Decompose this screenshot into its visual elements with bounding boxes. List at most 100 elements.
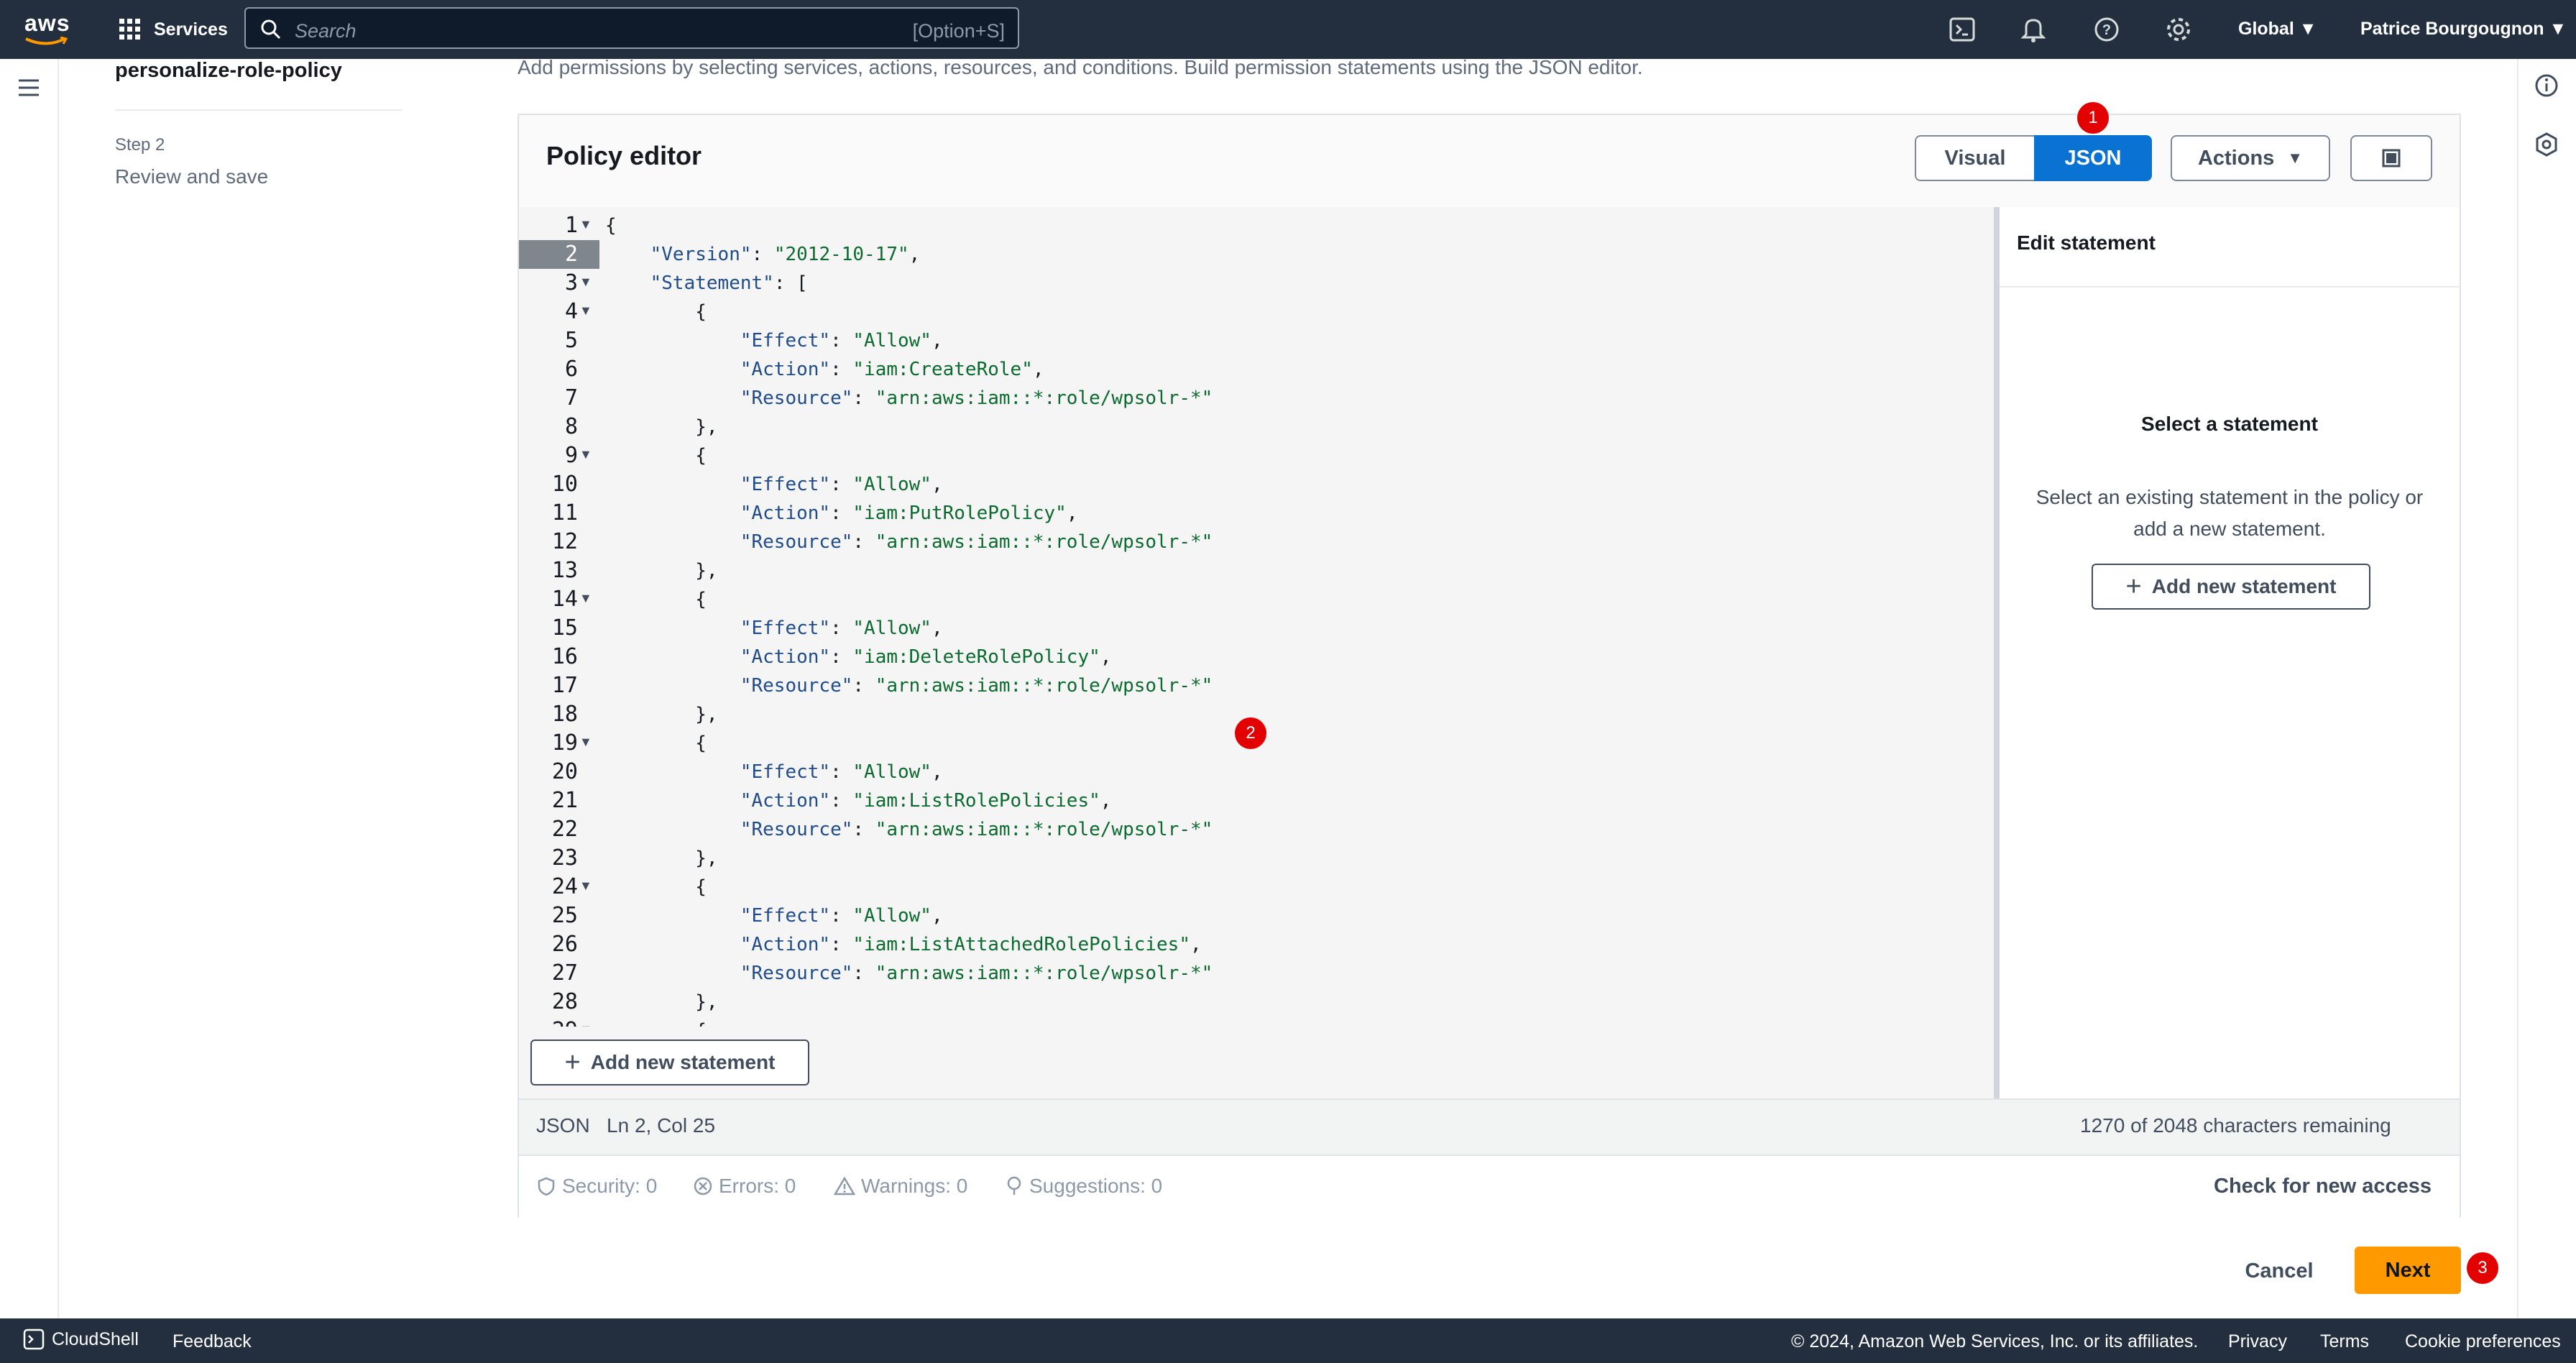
security-count[interactable]: Security: 0 <box>536 1175 657 1198</box>
add-new-statement-button[interactable]: + Add new statement <box>530 1040 809 1086</box>
right-rail <box>2517 59 2576 1318</box>
cursor-position: JSON Ln 2, Col 25 <box>536 1114 715 1137</box>
line-number: 13 <box>551 558 578 583</box>
next-button[interactable]: Next <box>2355 1247 2461 1294</box>
line-number: 12 <box>551 529 578 554</box>
cursor-line-col: Ln 2, Col 25 <box>607 1114 716 1137</box>
cloudshell-icon <box>23 1328 45 1350</box>
line-number: 2 <box>519 240 599 269</box>
code-line: { <box>605 876 707 898</box>
edit-statement-panel <box>2000 207 2460 1098</box>
line-number: 22 <box>551 817 578 842</box>
panel-resize-handle[interactable] <box>1994 207 2000 1098</box>
warning-triangle-icon <box>834 1176 855 1196</box>
aws-logo-text: aws <box>24 10 70 36</box>
actions-dropdown[interactable]: Actions ▼ <box>2171 135 2330 181</box>
info-icon[interactable] <box>2533 72 2560 99</box>
search-input[interactable]: Search [Option+S] <box>244 7 1019 49</box>
fold-toggle-icon[interactable]: ▼ <box>579 217 592 232</box>
code-line: }, <box>605 991 718 1013</box>
suggestions-count[interactable]: Suggestions: 0 <box>1005 1175 1162 1198</box>
search-icon <box>261 19 281 40</box>
region-label: Global <box>2238 19 2294 39</box>
code-line: "Action": "iam:ListRolePolicies", <box>740 790 1112 812</box>
step-2-link[interactable]: Review and save <box>115 165 268 188</box>
code-line: }, <box>605 416 718 438</box>
code-line: "Effect": "Allow", <box>740 618 943 639</box>
notifications-bell-icon[interactable] <box>2018 14 2048 45</box>
hamburger-menu-icon[interactable] <box>16 75 42 101</box>
region-selector[interactable]: Global ▼ <box>2238 19 2317 40</box>
caret-down-icon: ▼ <box>2549 19 2567 39</box>
fold-toggle-icon[interactable]: ▼ <box>579 303 592 318</box>
plus-icon: + <box>2125 571 2142 602</box>
grid-icon <box>119 19 140 40</box>
policy-editor-title: Policy editor <box>546 141 702 170</box>
code-line: "Effect": "Allow", <box>740 330 943 352</box>
annotation-badge-1: 1 <box>2077 102 2109 134</box>
tab-json[interactable]: JSON <box>2034 135 2152 181</box>
code-line: "Effect": "Allow", <box>740 905 943 927</box>
editor-mode: JSON <box>536 1114 590 1137</box>
svg-text:?: ? <box>2102 22 2111 38</box>
help-icon[interactable]: ? <box>2092 14 2122 45</box>
annotation-badge-2: 2 <box>1235 717 1266 749</box>
side-add-new-statement-button[interactable]: + Add new statement <box>2092 564 2370 610</box>
code-line: "Statement": [ <box>650 272 808 294</box>
code-line: { <box>605 589 707 610</box>
line-number: 28 <box>551 989 578 1014</box>
fullscreen-button[interactable] <box>2350 135 2432 181</box>
actions-label: Actions <box>2197 146 2275 170</box>
shield-icon <box>538 1177 555 1196</box>
cookie-preferences-link[interactable]: Cookie preferences <box>2405 1331 2561 1352</box>
services-label: Services <box>154 19 228 40</box>
fold-toggle-icon[interactable]: ▼ <box>579 275 592 290</box>
line-number: 23 <box>551 845 578 871</box>
top-navigation: aws Services Search [Option+S] ? Global … <box>0 0 2576 59</box>
fold-toggle-icon[interactable]: ▼ <box>579 735 592 750</box>
fold-toggle-icon[interactable]: ▼ <box>579 447 592 462</box>
privacy-link[interactable]: Privacy <box>2228 1331 2287 1352</box>
code-line: }, <box>605 704 718 725</box>
select-statement-heading: Select a statement <box>2141 413 2318 435</box>
cloudshell-icon[interactable] <box>1948 14 1978 45</box>
line-number: 5 <box>564 328 578 353</box>
code-line: "Effect": "Allow", <box>740 761 943 783</box>
settings-gear-icon[interactable] <box>2163 14 2194 45</box>
caret-down-icon: ▼ <box>2299 19 2317 39</box>
line-number: 8 <box>564 414 578 439</box>
aws-logo[interactable]: aws <box>24 7 75 50</box>
check-for-new-access-button[interactable]: Check for new access <box>2214 1175 2432 1198</box>
code-line: "Resource": "arn:aws:iam::*:role/wpsolr-… <box>740 963 1213 984</box>
select-statement-text: Select an existing statement in the poli… <box>2036 486 2424 540</box>
line-number: 21 <box>551 788 578 813</box>
terms-link[interactable]: Terms <box>2320 1331 2369 1352</box>
copyright-text: © 2024, Amazon Web Services, Inc. or its… <box>1791 1331 2199 1351</box>
user-name: Patrice Bourgougnon <box>2360 19 2544 39</box>
tab-visual[interactable]: Visual <box>1915 135 2036 181</box>
user-menu[interactable]: Patrice Bourgougnon ▼ <box>2360 19 2567 40</box>
page-description: Add permissions by selecting services, a… <box>518 56 1643 78</box>
add-statement-label: Add new statement <box>590 1051 776 1073</box>
line-number: 24 <box>551 874 578 899</box>
code-line: "Effect": "Allow", <box>740 474 943 495</box>
annotation-badge-3: 3 <box>2467 1252 2498 1284</box>
code-line: "Action": "iam:CreateRole", <box>740 359 1044 380</box>
cloudshell-link[interactable]: CloudShell <box>23 1328 139 1350</box>
line-number: 9 <box>564 443 578 468</box>
code-line: "Resource": "arn:aws:iam::*:role/wpsolr-… <box>740 819 1213 840</box>
feedback-link[interactable]: Feedback <box>172 1331 252 1352</box>
line-number: 16 <box>551 644 578 669</box>
fold-toggle-icon[interactable]: ▼ <box>579 591 592 606</box>
line-number: 25 <box>551 903 578 928</box>
fold-toggle-icon[interactable]: ▼ <box>579 878 592 894</box>
resource-hexagon-icon[interactable] <box>2533 131 2560 158</box>
errors-count[interactable]: Errors: 0 <box>693 1175 796 1198</box>
line-number: 18 <box>551 702 578 727</box>
services-menu-button[interactable]: Services <box>118 13 228 46</box>
step-divider <box>115 109 402 111</box>
code-line: { <box>605 301 707 323</box>
line-number: 10 <box>551 472 578 497</box>
warnings-count[interactable]: Warnings: 0 <box>834 1175 967 1198</box>
cancel-button[interactable]: Cancel <box>2232 1248 2326 1294</box>
